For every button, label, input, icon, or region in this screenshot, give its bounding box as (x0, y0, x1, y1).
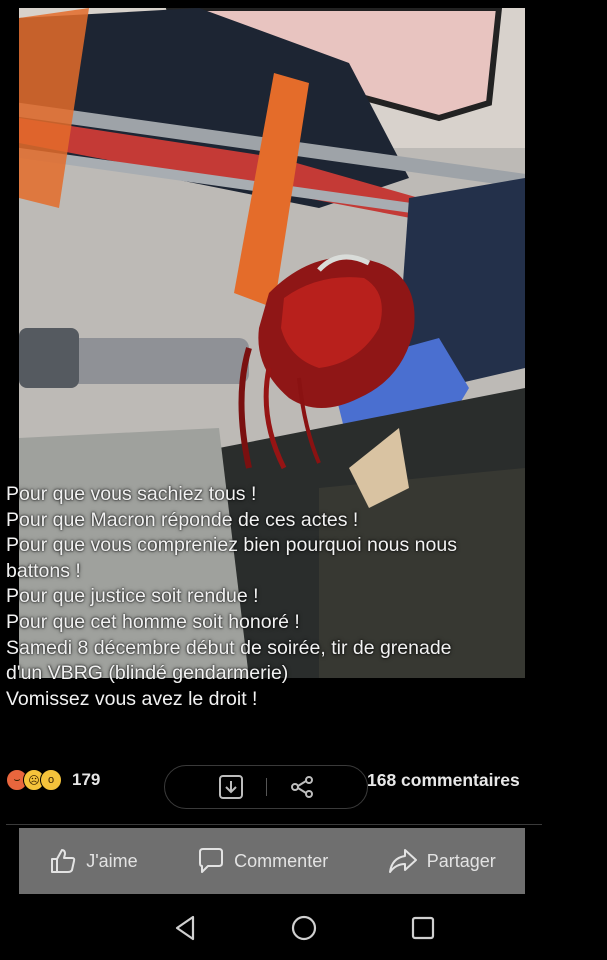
back-button[interactable] (172, 914, 198, 942)
post-line: Pour que Macron réponde de ces actes ! (6, 508, 359, 531)
share-nodes-icon (290, 776, 313, 798)
post-line: Samedi 8 décembre début de soirée, tir d… (6, 636, 452, 659)
divider (6, 824, 542, 825)
wow-icon: o (40, 769, 62, 791)
media-actions (164, 765, 368, 809)
share-button[interactable]: Partager (387, 846, 496, 876)
home-button[interactable] (290, 914, 318, 942)
post-line: Pour que cet homme soit honoré ! (6, 610, 300, 633)
reaction-count: 179 (72, 770, 101, 789)
action-bar: J'aime Commenter Partager (19, 828, 525, 894)
comment-button[interactable]: Commenter (196, 846, 328, 876)
comment-bubble-icon (199, 848, 224, 873)
post-line: Pour que vous sachiez tous ! (6, 483, 257, 505)
system-navigation-bar (0, 896, 607, 960)
thumbs-up-icon (51, 849, 76, 873)
comments-count-link[interactable]: 168 commentaires (367, 770, 520, 791)
download-button[interactable] (218, 774, 244, 800)
home-circle-icon (291, 915, 316, 941)
share-label: Partager (426, 850, 496, 871)
back-triangle-icon (175, 915, 194, 941)
separator (265, 778, 267, 796)
post-line: Vomissez vous avez le droit ! (6, 687, 258, 710)
share-arrow-icon (388, 849, 417, 873)
post-line: Pour que justice soit rendue ! (6, 585, 259, 608)
post-line: Pour que vous compreniez bien pourquoi n… (6, 534, 457, 557)
recents-button[interactable] (410, 915, 436, 941)
like-label: J'aime (86, 850, 138, 871)
post-line: battons ! (6, 559, 81, 582)
comment-label: Commenter (234, 850, 329, 871)
reactions-summary[interactable]: ⌣ ☹ o 179 (6, 766, 100, 794)
post-line: d'un VBRG (blindé gendarmerie) (6, 662, 289, 685)
recents-square-icon (411, 916, 434, 940)
share-link-button[interactable] (289, 774, 315, 800)
reaction-icons: ⌣ ☹ o (6, 769, 62, 791)
download-icon (218, 775, 243, 799)
post-text: Pour que vous sachiez tous ! Pour que Ma… (6, 482, 546, 712)
like-button[interactable]: J'aime (48, 846, 138, 876)
